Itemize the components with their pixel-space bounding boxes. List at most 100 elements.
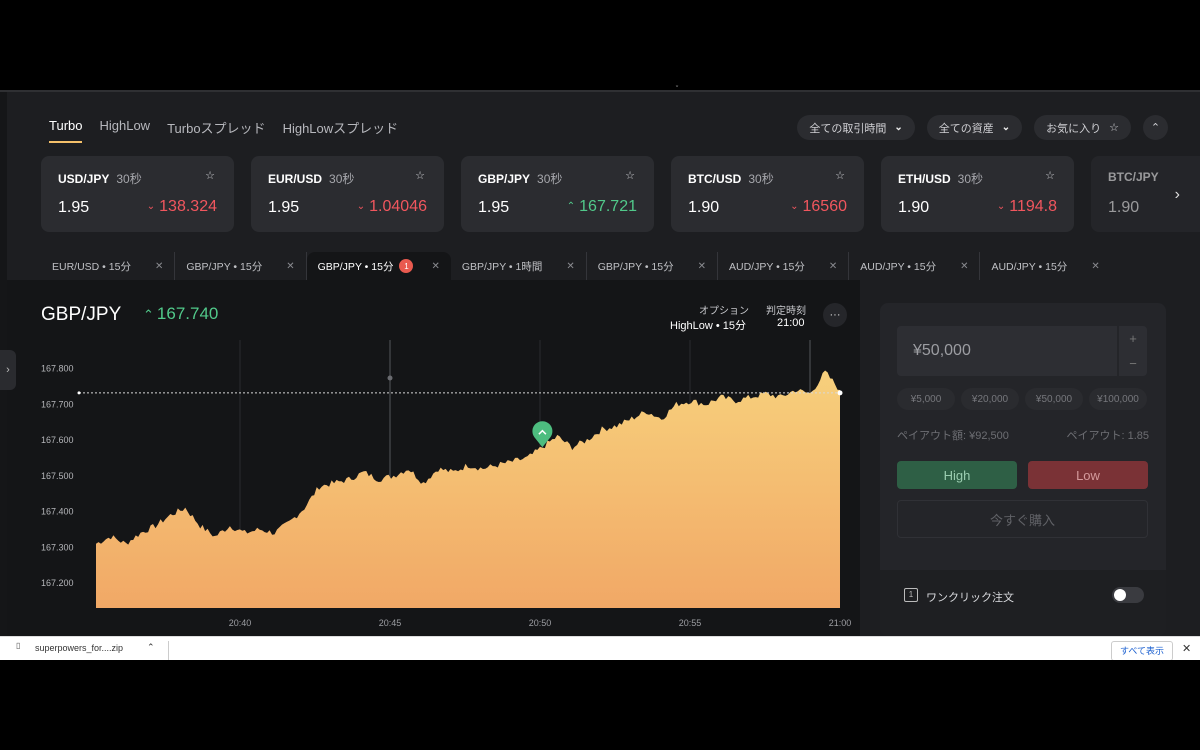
close-icon[interactable]: ✕ bbox=[960, 261, 968, 272]
one-click-icon: 1 bbox=[904, 588, 918, 602]
download-bar: ▯ superpowers_for....zip ⌃ すべて表示 ✕ bbox=[0, 636, 1200, 661]
favorites-filter[interactable]: お気に入り ☆ bbox=[1034, 115, 1131, 140]
arrow-down-icon: ⌄ bbox=[790, 201, 799, 212]
y-tick-label: 167.300 bbox=[41, 542, 74, 552]
price-chart[interactable]: 167.800 167.700 167.600 167.500 167.400 167.3… bbox=[7, 280, 860, 636]
star-icon[interactable]: ☆ bbox=[415, 169, 425, 182]
asset-filter-dropdown[interactable]: 全ての資産 ⌄ bbox=[926, 115, 1023, 140]
card-payout: 1.95 bbox=[478, 199, 510, 216]
preset-amount-button[interactable]: ¥20,000 bbox=[961, 388, 1019, 410]
asset-card[interactable]: GBP/JPY 30秒 ☆ 1.95 ⌃ 167.721 bbox=[461, 156, 654, 232]
toggle-knob bbox=[1114, 589, 1126, 601]
close-icon[interactable]: ✕ bbox=[431, 261, 439, 272]
chart-tab[interactable]: EUR/USD • 15分 ✕ bbox=[41, 252, 176, 280]
preset-amount-button[interactable]: ¥5,000 bbox=[897, 388, 955, 410]
asset-filter-label: 全ての資産 bbox=[938, 122, 994, 135]
time-filter-dropdown[interactable]: 全ての取引時間 ⌄ bbox=[797, 115, 915, 140]
option-type-tabs: Turbo HighLow Turboスプレッド HighLowスプレッド bbox=[49, 118, 415, 143]
close-icon[interactable]: ✕ bbox=[1091, 261, 1099, 272]
more-options-button[interactable]: ··· bbox=[823, 303, 847, 327]
letterbox-top bbox=[0, 0, 1200, 90]
y-tick-label: 167.500 bbox=[41, 471, 74, 481]
card-symbol: EUR/USD 30秒 bbox=[268, 170, 354, 187]
chart-tabs: EUR/USD • 15分 ✕ GBP/JPY • 15分 ✕ GBP/JPY • … bbox=[41, 252, 1111, 280]
y-tick-label: 167.800 bbox=[41, 364, 74, 374]
chart-tab-label: EUR/USD • 15分 bbox=[52, 260, 131, 273]
download-file-name[interactable]: superpowers_for....zip bbox=[35, 643, 123, 653]
star-icon[interactable]: ☆ bbox=[835, 169, 845, 182]
asset-card[interactable]: EUR/USD 30秒 ☆ 1.95 ⌄ 1.04046 bbox=[251, 156, 444, 232]
card-price: ⌃ 167.721 bbox=[567, 198, 637, 216]
preset-amount-button[interactable]: ¥100,000 bbox=[1089, 388, 1147, 410]
chart-tab-label: AUD/JPY • 15分 bbox=[860, 260, 937, 273]
asset-cards: USD/JPY 30秒 ☆ 1.95 ⌄ 138.324 EUR/USD 30秒 ☆ … bbox=[41, 156, 1200, 232]
price-text: 1194.8 bbox=[1009, 198, 1057, 215]
chart-tab[interactable]: GBP/JPY • 15分 ✕ bbox=[587, 252, 718, 280]
tab-highlow-spread[interactable]: HighLowスプレッド bbox=[283, 118, 399, 143]
y-tick-label: 167.400 bbox=[41, 507, 74, 517]
chart-tab-active[interactable]: GBP/JPY • 15分 1 ✕ bbox=[306, 252, 451, 280]
arrow-down-icon: ⌄ bbox=[356, 201, 366, 212]
investment-amount-input[interactable]: ¥50,000 bbox=[897, 326, 1117, 376]
chart-tab[interactable]: AUD/JPY • 15分 ✕ bbox=[849, 252, 981, 280]
symbol-text: EUR/USD bbox=[268, 172, 323, 186]
plus-icon[interactable]: + bbox=[1119, 326, 1147, 351]
close-icon[interactable]: ✕ bbox=[566, 261, 574, 272]
chart-panel: 167.800 167.700 167.600 167.500 167.400 167.3… bbox=[7, 280, 860, 636]
y-tick-label: 167.600 bbox=[41, 435, 74, 445]
chart-tab[interactable]: GBP/JPY • 1時間 ✕ bbox=[451, 252, 587, 280]
current-price-dot bbox=[837, 390, 843, 396]
minus-icon[interactable]: − bbox=[1119, 351, 1147, 376]
one-click-section: 1 ワンクリック注文 bbox=[880, 570, 1166, 636]
close-icon[interactable]: ✕ bbox=[829, 261, 837, 272]
close-icon[interactable]: ✕ bbox=[698, 261, 706, 272]
star-icon[interactable]: ☆ bbox=[205, 169, 215, 182]
card-symbol: BTC/JPY bbox=[1108, 170, 1159, 184]
card-payout: 1.95 bbox=[58, 199, 90, 216]
low-button[interactable]: Low bbox=[1028, 461, 1148, 489]
close-icon[interactable]: ✕ bbox=[286, 261, 294, 272]
one-click-toggle[interactable] bbox=[1112, 587, 1144, 603]
asset-card[interactable]: ETH/USD 30秒 ☆ 1.90 ⌄ 1194.8 bbox=[881, 156, 1074, 232]
y-tick-label: 167.700 bbox=[41, 399, 74, 409]
card-symbol: ETH/USD 30秒 bbox=[898, 170, 983, 187]
chart-tab-label: GBP/JPY • 15分 bbox=[597, 260, 674, 273]
chart-tab-label: GBP/JPY • 15分 bbox=[317, 260, 394, 273]
favorites-label: お気に入り bbox=[1046, 122, 1102, 135]
price-text: 138.324 bbox=[159, 198, 217, 215]
preset-amount-button[interactable]: ¥50,000 bbox=[1025, 388, 1083, 410]
one-click-label: ワンクリック注文 bbox=[926, 592, 1014, 604]
line-start-dot bbox=[77, 391, 81, 395]
amount-stepper[interactable]: + − bbox=[1119, 326, 1147, 376]
chart-tab[interactable]: AUD/JPY • 15分 ✕ bbox=[718, 252, 850, 280]
show-all-button[interactable]: すべて表示 bbox=[1111, 641, 1173, 661]
duration-text: 30秒 bbox=[329, 172, 355, 186]
asset-card[interactable]: USD/JPY 30秒 ☆ 1.95 ⌄ 138.324 bbox=[41, 156, 234, 232]
pair-price: ⌃ 167.740 bbox=[143, 304, 218, 324]
payout-amount: ペイアウト額: ¥92,500 bbox=[897, 430, 1009, 442]
chart-tab[interactable]: AUD/JPY • 15分 ✕ bbox=[980, 252, 1110, 280]
close-icon[interactable]: ✕ bbox=[1182, 642, 1191, 655]
close-icon[interactable]: ✕ bbox=[155, 261, 163, 272]
tab-turbo[interactable]: Turbo bbox=[49, 118, 83, 143]
star-icon[interactable]: ☆ bbox=[1045, 169, 1055, 182]
x-tick-label: 21:00 bbox=[829, 618, 852, 628]
chevron-right-icon[interactable]: › bbox=[1175, 186, 1180, 204]
tab-turbo-spread[interactable]: Turboスプレッド bbox=[167, 118, 265, 143]
app-border bbox=[0, 90, 1200, 92]
chevron-up-icon[interactable]: ⌃ bbox=[147, 642, 155, 653]
file-icon: ▯ bbox=[16, 641, 21, 650]
asset-card[interactable]: BTC/JPY 1.90 bbox=[1091, 156, 1200, 232]
sidebar-toggle[interactable]: › bbox=[0, 350, 16, 390]
star-icon[interactable]: ☆ bbox=[625, 169, 635, 182]
buy-now-button[interactable]: 今すぐ購入 bbox=[897, 500, 1148, 538]
symbol-text: BTC/JPY bbox=[1108, 170, 1159, 184]
tab-highlow[interactable]: HighLow bbox=[99, 118, 150, 143]
collapse-button[interactable]: ⌃ bbox=[1143, 115, 1168, 140]
asset-card[interactable]: BTC/USD 30秒 ☆ 1.90 ⌄ 16560 bbox=[671, 156, 864, 232]
x-tick-label: 20:45 bbox=[379, 618, 402, 628]
notification-badge: 1 bbox=[399, 259, 414, 273]
chart-tab[interactable]: GBP/JPY • 15分 ✕ bbox=[175, 252, 307, 280]
high-button[interactable]: High bbox=[897, 461, 1017, 489]
card-price: ⌄ 1194.8 bbox=[997, 198, 1057, 216]
